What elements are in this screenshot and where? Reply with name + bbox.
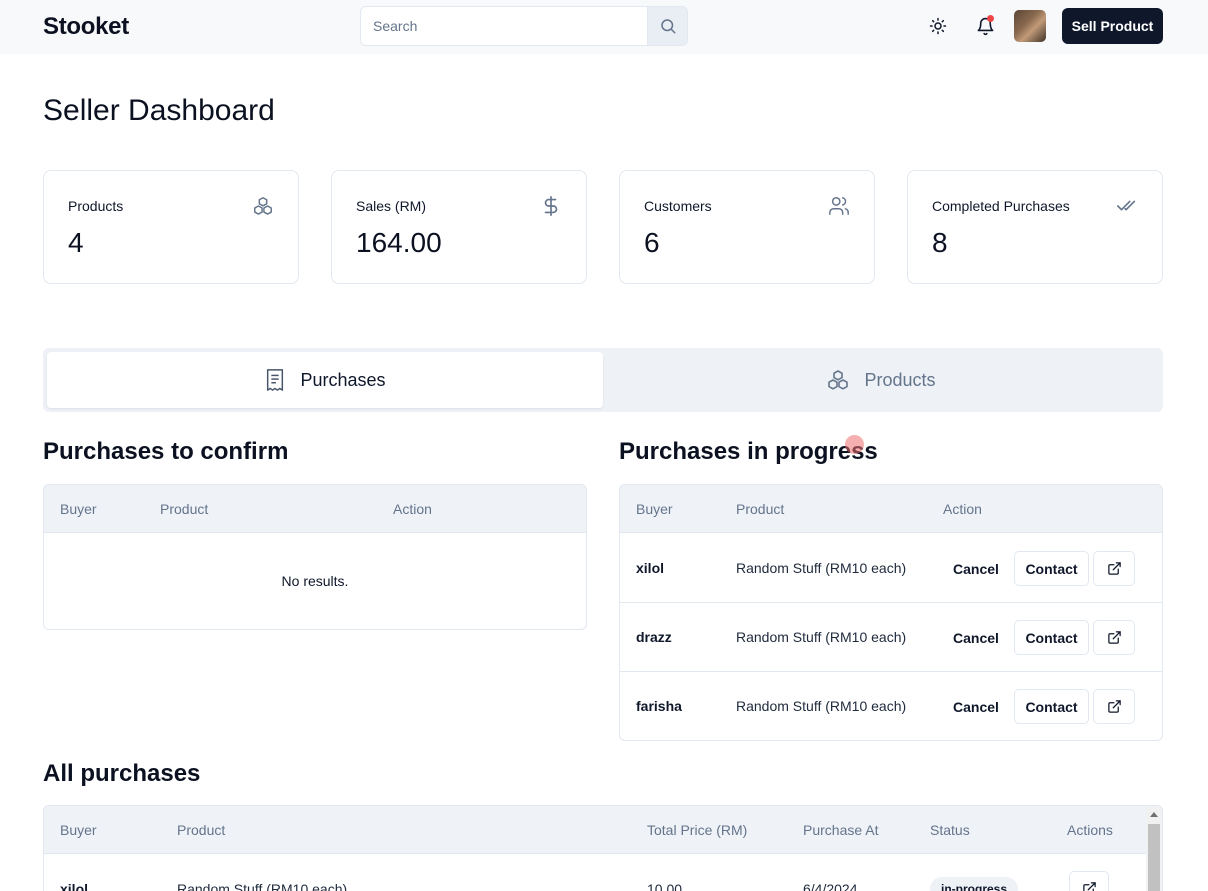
tab-purchases[interactable]: Purchases [47,352,603,408]
column-header-actions: Actions [1067,822,1113,838]
search-button[interactable] [647,7,687,45]
buyer-cell: xilol [636,560,665,576]
buyer-cell: drazz [636,629,672,645]
column-header-product: Product [160,501,209,517]
all-purchases-title: All purchases [43,760,201,787]
column-header-purchase-at: Purchase At [803,822,879,838]
top-navbar: Stooket Sell Product [0,0,1208,54]
page-title: Seller Dashboard [43,94,275,127]
column-header-total-price: Total Price (RM) [647,822,748,838]
table-row: drazz Random Stuff (RM10 each) Cancel Co… [620,603,1162,672]
tab-label: Purchases [300,369,386,390]
dollar-icon [544,196,558,216]
empty-state-text: No results. [281,573,349,589]
purchases-in-progress-table: Buyer Product Action xilol Random Stuff … [619,484,1163,741]
stat-value: 8 [932,227,948,258]
users-icon [829,197,849,215]
search-input[interactable] [361,7,648,45]
stat-label: Sales (RM) [356,198,427,214]
theme-toggle-button[interactable] [922,10,954,42]
contact-button[interactable]: Contact [1014,620,1089,655]
stat-card-products: Products 4 [43,170,299,284]
cancel-button[interactable]: Cancel [944,689,1008,724]
stat-value: 6 [644,227,660,258]
buyer-cell: farisha [636,698,682,714]
stat-value: 164.00 [356,227,442,258]
column-header-buyer: Buyer [636,501,673,517]
boxes-icon [828,370,849,390]
tab-label: Products [864,369,936,390]
column-header-action: Action [393,501,432,517]
scroll-up-arrow-icon[interactable] [1150,812,1158,817]
status-badge: in-progress [930,877,1019,891]
table-scrollbar[interactable] [1146,806,1162,891]
product-cell: Random Stuff (RM10 each) [177,881,348,891]
open-purchase-button[interactable] [1093,551,1135,586]
table-row: farisha Random Stuff (RM10 each) Cancel … [620,672,1162,740]
column-header-buyer: Buyer [60,501,97,517]
dashboard-tabs: Purchases Products [43,348,1163,412]
search-bar [360,6,688,46]
stat-value: 4 [68,227,84,258]
column-header-product: Product [736,501,785,517]
product-cell: Random Stuff (RM10 each) [736,560,907,576]
stat-card-completed: Completed Purchases 8 [907,170,1163,284]
external-link-icon [1107,562,1121,575]
open-purchase-button[interactable] [1093,689,1135,724]
product-cell: Random Stuff (RM10 each) [736,629,907,645]
column-header-status: Status [930,822,970,838]
sell-product-button[interactable]: Sell Product [1062,8,1163,44]
notification-dot [987,15,994,22]
avatar[interactable] [1014,10,1046,42]
purchase-date-cell: 6/4/2024 [803,881,858,891]
sun-icon [929,17,947,35]
cancel-button[interactable]: Cancel [944,551,1008,586]
total-price-cell: 10.00 [647,881,683,891]
external-link-icon [1082,882,1096,891]
table-row: xilol Random Stuff (RM10 each) 10.00 6/4… [44,855,1162,891]
external-link-icon [1107,631,1121,644]
table-header: Buyer Product Total Price (RM) Purchase … [44,806,1162,854]
all-purchases-table: Buyer Product Total Price (RM) Purchase … [43,805,1163,891]
cursor-indicator [845,435,864,454]
boxes-icon [254,197,272,215]
stat-card-sales: Sales (RM) 164.00 [331,170,587,284]
external-link-icon [1107,700,1121,713]
product-cell: Random Stuff (RM10 each) [736,698,907,714]
stat-label: Customers [644,198,712,214]
check-check-icon [1117,200,1136,211]
notifications-button[interactable] [969,10,1001,42]
cancel-button[interactable]: Cancel [944,620,1008,655]
table-header: Buyer Product Action [44,485,586,533]
contact-button[interactable]: Contact [1014,689,1089,724]
purchases-to-confirm-table: Buyer Product Action No results. [43,484,587,630]
column-header-buyer: Buyer [60,822,97,838]
buyer-cell: xilol [60,881,89,891]
contact-button[interactable]: Contact [1014,551,1089,586]
purchases-to-confirm-title: Purchases to confirm [43,438,289,465]
receipt-icon [267,369,284,391]
stat-label: Products [68,198,124,214]
open-purchase-button[interactable] [1069,871,1109,891]
brand-logo[interactable]: Stooket [43,13,129,41]
purchases-in-progress-title: Purchases in progress [619,438,878,465]
stat-card-customers: Customers 6 [619,170,875,284]
search-icon [660,19,675,34]
open-purchase-button[interactable] [1093,620,1135,655]
table-row: xilol Random Stuff (RM10 each) Cancel Co… [620,534,1162,603]
column-header-action: Action [943,501,982,517]
column-header-product: Product [177,822,226,838]
scroll-thumb[interactable] [1148,824,1160,891]
table-header: Buyer Product Action [620,485,1162,533]
stat-label: Completed Purchases [932,198,1070,214]
tab-products[interactable]: Products [603,352,1159,408]
